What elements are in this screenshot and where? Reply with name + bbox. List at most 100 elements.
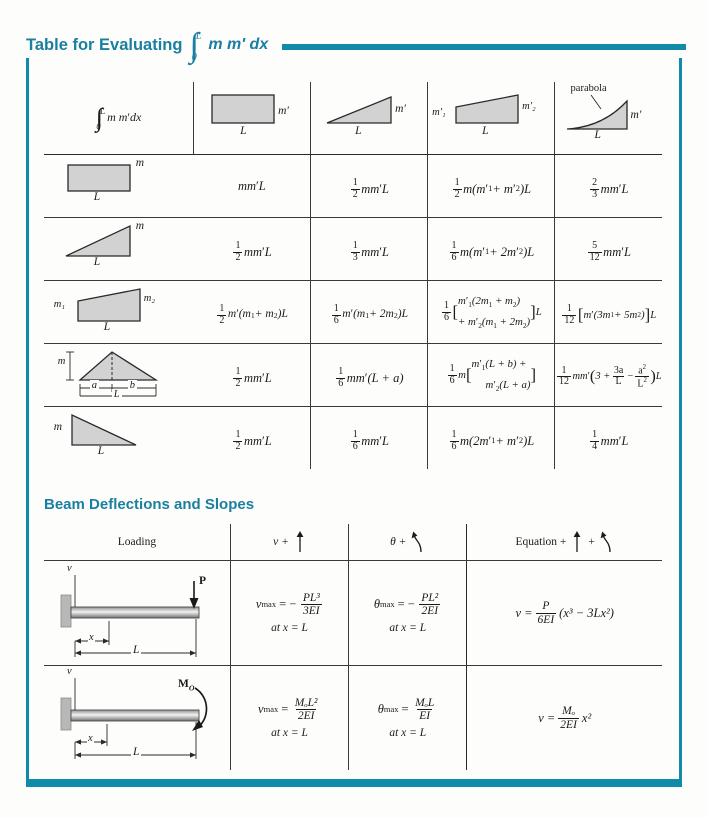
table-row: m a b L 1 2 mm ′ L 1 6 mm ′ (L + a) 16m [ m′1(L … <box>44 343 662 407</box>
figure-label-L: L <box>130 746 142 758</box>
equation-lhs: v = <box>538 710 556 725</box>
vmax-condition: at x = L <box>271 622 308 635</box>
shape-label-L: L <box>594 129 601 141</box>
vmax-sub: max <box>263 703 279 714</box>
thetamax-condition: at x = L <box>389 727 427 740</box>
beam-figure-end-moment: v MO x L <box>44 665 231 770</box>
equation-lhs: v = <box>515 605 533 620</box>
formula-cell: 1 2 mm ′ L <box>193 217 312 281</box>
beam-thetamax-cell: θ max = MₒL EI at x = L <box>348 665 468 770</box>
beam-header-v-label: v + <box>273 536 289 548</box>
mm-integral-table: ∫ L 0 m m ′ dx m′ L m′ L m′₁ m′₂ L parab… <box>44 82 662 469</box>
formula-cell: 1 2 m(m ′ 1 + m ′ 2)L <box>427 154 556 218</box>
vmax-denominator: 3EI <box>300 604 322 617</box>
corner-upper-limit: L <box>99 105 106 116</box>
formula-cell: 1 6 mm ′ L <box>310 406 429 469</box>
beam-header-row: Loading v + θ + Equation + + <box>44 524 662 561</box>
shape-label-m2: m₂ <box>143 293 156 304</box>
header-corner-cell: ∫ L 0 m m ′ dx <box>44 82 195 155</box>
table-row: m L 1 2 mm ′ L 1 6 mm ′ L 1 6 m(2m ′ 1 + m ′ 2)L 1 4 mm ′… <box>44 406 662 470</box>
shape-label-L: L <box>93 191 101 203</box>
thetamax-sign: = <box>401 702 409 717</box>
beam-header-equation: Equation + + <box>466 524 662 561</box>
thetamax-sub: max <box>383 703 399 714</box>
up-arrow-icon <box>573 531 581 552</box>
header-shape-parabola: parabola m′ L <box>554 82 662 155</box>
shape-label-b: b <box>127 380 138 391</box>
beam-deflections-table: Loading v + θ + Equation + + v P x L v m… <box>44 524 662 770</box>
shape-label-parabola: parabola <box>570 83 607 94</box>
title-integral-symbol: ∫ L 0 <box>189 27 202 65</box>
table-row: m₁ m₂ L 1 2 m ′ (m 1 + m 2)L 1 6 m ′ (m 1 + 2m 2)L 1… <box>44 280 662 344</box>
shape-label-L: L <box>355 125 362 137</box>
figure-label-L: L <box>130 644 142 656</box>
title-integrand: m m′ dx <box>208 36 269 53</box>
vmax-condition: at x = L <box>271 727 308 740</box>
header-shape-trapezoid: m′₁ m′₂ L <box>427 82 556 155</box>
table-row: m L 1 2 mm ′ L 1 3 mm ′ L 1 6 m(m ′ 1 + 2m ′ 2)L 5 12 mm… <box>44 217 662 281</box>
thetamax-denominator: EI <box>417 709 433 722</box>
shape-label-m1: m₁ <box>53 299 66 310</box>
page-title-text: Table for Evaluating <box>26 35 183 54</box>
beam-header-equation-label: Equation + <box>515 536 567 548</box>
shape-label-mprime: m′ <box>278 105 289 117</box>
frame-bottom-bar <box>26 779 682 787</box>
formula-cell: 1 6 m(m ′ 1 + 2m ′ 2)L <box>427 217 556 281</box>
integral-upper-limit: L <box>195 31 202 42</box>
header-shape-rectangle: m′ L <box>193 82 312 155</box>
beam-header-theta: θ + <box>348 524 468 561</box>
formula-cell: 5 12 mm ′ L <box>554 217 662 281</box>
frame-right-border <box>679 58 682 780</box>
shape-label-L: L <box>97 445 105 457</box>
formula-cell: 1 2 m ′ (m 1 + m 2)L <box>193 280 312 344</box>
corner-lower-limit: 0 <box>96 121 101 132</box>
shape-label-L: L <box>111 389 122 400</box>
beam-section-heading: Beam Deflections and Slopes <box>44 496 255 513</box>
beam-header-equation-plus: + <box>588 536 595 548</box>
row-shape-rectangle: m L <box>44 154 194 218</box>
beam-vmax-cell: v max = − PL³ 3EI at x = L <box>230 560 350 666</box>
beam-equation-cell: v = Mₒ 2EI x² <box>467 666 662 771</box>
figure-label-x: x <box>86 733 94 744</box>
integral-lower-limit: 0 <box>191 52 197 63</box>
equation-rest: (x³ − 3Lx²) <box>559 605 614 620</box>
formula-cell: 1 2 mm ′ L <box>193 343 312 407</box>
formula-cell: 1 2 mm ′ L <box>193 406 312 469</box>
figure-label-v: v <box>66 666 72 677</box>
beam-thetamax-cell: θ max = − PL² 2EI at x = L <box>348 560 468 666</box>
shape-label-L: L <box>103 321 111 333</box>
header-shape-triangle: m′ L <box>310 82 429 155</box>
thetamax-numerator: MₒL <box>415 696 435 709</box>
formula-cell: 16m [ m′1(L + b) + m′2(L + a) ] <box>427 343 556 407</box>
equation-numerator: Mₒ <box>562 705 576 718</box>
shape-label-m: m <box>53 421 63 433</box>
formula-cell: mm ′ L <box>193 154 312 218</box>
up-arrow-icon <box>296 531 304 552</box>
shape-label-mprime: m′ <box>395 103 406 115</box>
shape-label-mprime1: m′₁ <box>432 107 446 118</box>
row-shape-triangle-falling: m L <box>44 407 194 470</box>
beam-header-v: v + <box>230 524 350 561</box>
formula-cell: 1 12 mm ′ (3 + 3a L − a2 L2 ) L <box>554 343 662 407</box>
beam-equation-cell: v = P 6EI (x³ − 3Lx²) <box>466 560 662 666</box>
thetamax-sub: max <box>379 598 395 609</box>
vmax-denominator: 2EI <box>295 709 317 722</box>
beam-row: v MO x L v max = MₒL² 2EI at x = L θ max… <box>44 665 662 771</box>
vmax-numerator: MₒL² <box>294 696 318 709</box>
formula-cell: 16 [ m′1(2m1 + m2) + m′2(m1 + 2m2) ] L <box>427 280 556 344</box>
figure-label-x: x <box>87 632 95 643</box>
shape-label-mprime2: m′₂ <box>522 101 536 112</box>
figure-label-P: P <box>198 575 206 587</box>
formula-cell: 1 2 mm ′ L <box>310 154 429 218</box>
beam-header-loading: Loading <box>44 524 231 561</box>
beam-row: v P x L v max = − PL³ 3EI at x = L θ max… <box>44 560 662 666</box>
vmax-sign: = <box>281 702 289 717</box>
beam-header-theta-label: θ + <box>390 536 407 548</box>
shape-label-m: m <box>57 356 66 367</box>
formula-cell: 1 12[m ′ (3m 1 + 5m 2)] L <box>554 280 662 344</box>
curved-arrow-icon <box>412 531 423 553</box>
frame-left-border <box>26 58 29 780</box>
curved-arrow-icon <box>600 531 611 553</box>
thetamax-denominator: 2EI <box>419 604 441 617</box>
thetamax-sign: = − <box>397 597 415 612</box>
